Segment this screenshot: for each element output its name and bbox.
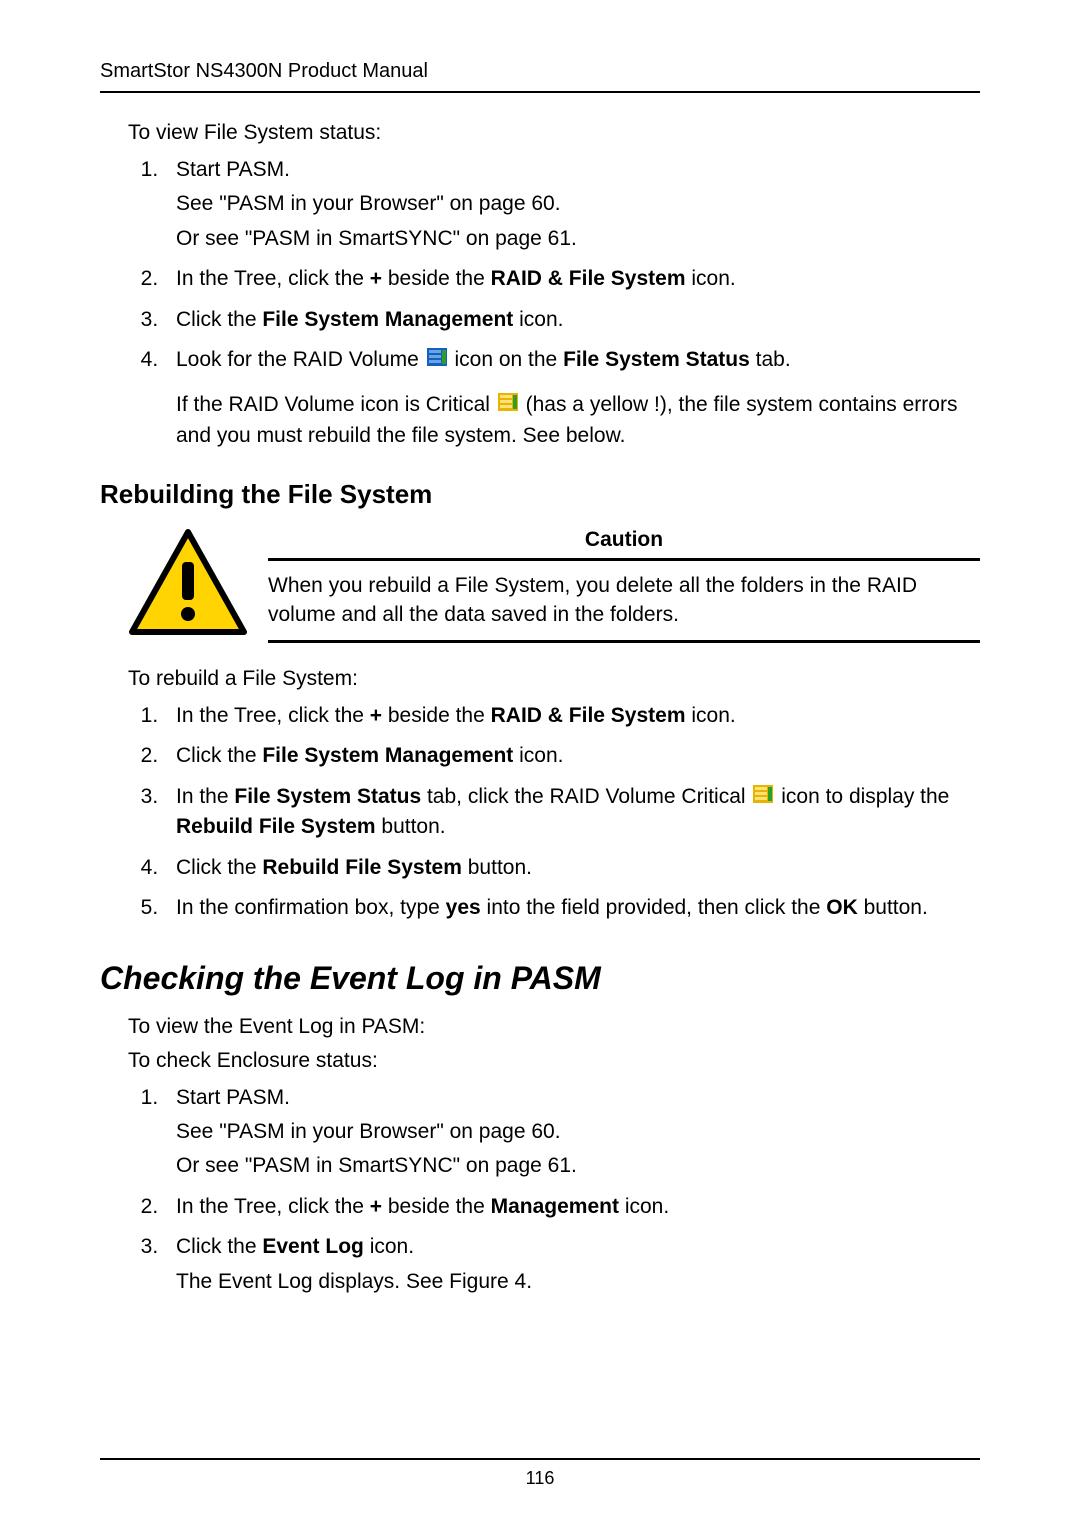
section3-steps: Start PASM. See "PASM in your Browser" o… [128, 1083, 980, 1298]
subheading-rebuild: Rebuilding the File System [100, 479, 980, 510]
step-4: Click the Rebuild File System button. [164, 853, 980, 883]
step-2: In the Tree, click the + beside the RAID… [164, 264, 980, 294]
t: beside the [382, 267, 491, 290]
t: icon on the [449, 348, 563, 371]
t: icon. [364, 1235, 414, 1258]
plus-sign: + [370, 267, 382, 290]
section2-intro: To rebuild a File System: [128, 667, 980, 691]
t: In the Tree, click the [176, 1195, 370, 1218]
step-3: Click the File System Management icon. [164, 305, 980, 335]
plus-sign: + [370, 1195, 382, 1218]
t: icon. [686, 704, 736, 727]
heading-event-log: Checking the Event Log in PASM [100, 960, 980, 997]
t-bold: File System Status [563, 348, 750, 371]
t: icon. [619, 1195, 669, 1218]
t: Look for the RAID Volume [176, 348, 425, 371]
step-4: Look for the RAID Volume icon on the Fil… [164, 345, 980, 451]
t: Click the [176, 308, 262, 331]
raid-volume-icon [427, 345, 447, 375]
step-main: Start PASM. [176, 158, 290, 181]
section1-intro: To view File System status: [128, 121, 980, 145]
section2-steps: In the Tree, click the + beside the RAID… [128, 701, 980, 924]
t: icon. [686, 267, 736, 290]
step-main: Start PASM. [176, 1086, 290, 1109]
t-bold: RAID & File System [491, 267, 686, 290]
page-number: 116 [526, 1468, 555, 1488]
t: In the confirmation box, type [176, 896, 446, 919]
step-1: Start PASM. See "PASM in your Browser" o… [164, 1083, 980, 1182]
page: SmartStor NS4300N Product Manual To view… [0, 0, 1080, 1529]
caution-text: When you rebuild a File System, you dele… [268, 571, 980, 643]
step-sub: If the RAID Volume icon is Critical (has… [176, 390, 980, 451]
t: tab, click the RAID Volume Critical [421, 785, 751, 808]
step-sub: The Event Log displays. See Figure 4. [176, 1267, 980, 1297]
step-3: Click the Event Log icon. The Event Log … [164, 1232, 980, 1297]
step-sub: See "PASM in your Browser" on page 60. [176, 1117, 980, 1147]
caution-block: Caution When you rebuild a File System, … [128, 528, 980, 643]
plus-sign: + [370, 704, 382, 727]
t: icon to display the [775, 785, 949, 808]
page-header: SmartStor NS4300N Product Manual [100, 60, 980, 93]
t-bold: Rebuild File System [262, 856, 462, 879]
caution-content: Caution When you rebuild a File System, … [268, 528, 980, 643]
t-bold: File System Management [262, 308, 513, 331]
step-sub: See "PASM in your Browser" on page 60. [176, 189, 980, 219]
t-bold: Event Log [262, 1235, 364, 1258]
t: Click the [176, 744, 262, 767]
step-sub: Or see "PASM in SmartSYNC" on page 61. [176, 224, 980, 254]
t: beside the [382, 1195, 491, 1218]
t: In the Tree, click the [176, 704, 370, 727]
t-bold: Management [491, 1195, 619, 1218]
step-2: In the Tree, click the + beside the Mana… [164, 1192, 980, 1222]
t-bold: Rebuild File System [176, 815, 376, 838]
section3-intro1: To view the Event Log in PASM: [128, 1015, 980, 1039]
caution-title: Caution [268, 528, 980, 561]
t: In the [176, 785, 234, 808]
t-bold: OK [826, 896, 858, 919]
header-title: SmartStor NS4300N Product Manual [100, 60, 428, 82]
section3-intro2: To check Enclosure status: [128, 1049, 980, 1073]
t: into the field provided, then click the [481, 896, 827, 919]
step-sub: Or see "PASM in SmartSYNC" on page 61. [176, 1151, 980, 1181]
t: Click the [176, 856, 262, 879]
t: Click the [176, 1235, 262, 1258]
t-bold: File System Management [262, 744, 513, 767]
t-bold: yes [446, 896, 481, 919]
t: button. [858, 896, 928, 919]
step-1: Start PASM. See "PASM in your Browser" o… [164, 155, 980, 254]
t: button. [462, 856, 532, 879]
page-footer: 116 [100, 1458, 980, 1489]
t: tab. [750, 348, 791, 371]
t: If the RAID Volume icon is Critical [176, 393, 496, 416]
step-2: Click the File System Management icon. [164, 741, 980, 771]
t: icon. [513, 308, 563, 331]
t: beside the [382, 704, 491, 727]
t-bold: File System Status [234, 785, 421, 808]
section1-steps: Start PASM. See "PASM in your Browser" o… [128, 155, 980, 451]
step-3: In the File System Status tab, click the… [164, 782, 980, 843]
step-1: In the Tree, click the + beside the RAID… [164, 701, 980, 731]
raid-volume-critical-icon [498, 390, 518, 420]
raid-volume-critical-icon [753, 782, 773, 812]
step-5: In the confirmation box, type yes into t… [164, 893, 980, 923]
caution-icon [128, 528, 248, 638]
t: button. [376, 815, 446, 838]
t-bold: RAID & File System [491, 704, 686, 727]
t: In the Tree, click the [176, 267, 370, 290]
t: icon. [513, 744, 563, 767]
